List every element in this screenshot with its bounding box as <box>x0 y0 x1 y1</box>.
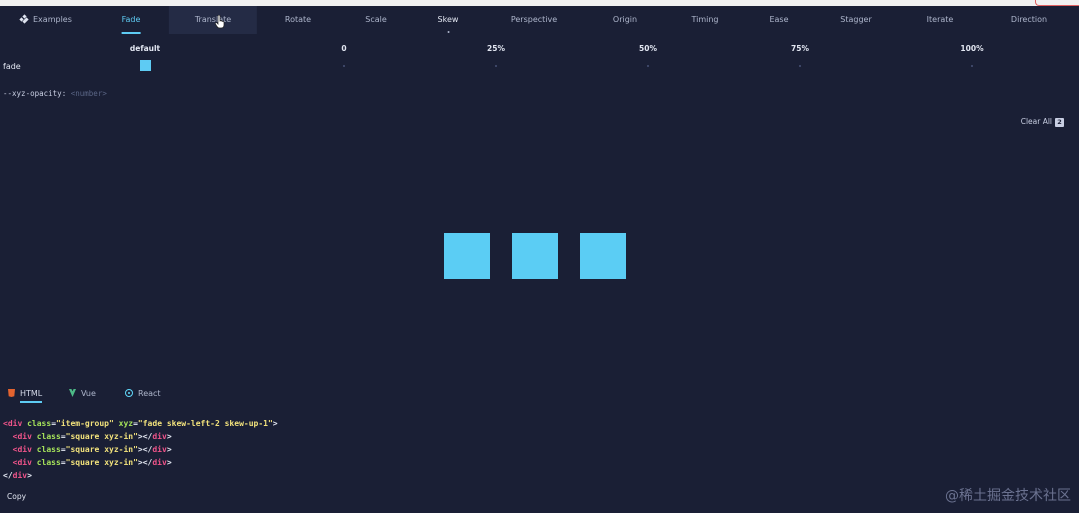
tab-origin[interactable]: Origin <box>613 6 637 34</box>
code-block: <div class="item-group" xyz="fade skew-l… <box>3 417 278 482</box>
variable-name: --xyz-opacity: <box>3 89 67 98</box>
tab-react[interactable]: React <box>125 385 161 403</box>
code-token: <div <box>3 419 23 428</box>
keyframe-dot[interactable] <box>971 65 973 67</box>
column-header-25: 25% <box>487 44 505 53</box>
code-token: > <box>27 471 32 480</box>
code-token: > <box>272 419 278 428</box>
tab-ease[interactable]: Ease <box>769 6 788 34</box>
code-token: class <box>36 458 61 467</box>
tab-react-label: React <box>138 389 161 398</box>
code-token: > <box>166 445 172 454</box>
tab-direction[interactable]: Direction <box>1011 6 1047 34</box>
keyframe-dot[interactable] <box>799 65 801 67</box>
tab-vue[interactable]: Vue <box>69 385 96 403</box>
code-token: </ <box>3 471 13 480</box>
css-variable-line: --xyz-opacity: <number> <box>3 89 107 98</box>
tab-perspective[interactable]: Perspective <box>511 6 557 34</box>
code-line-1: <div class="item-group" xyz="fade skew-l… <box>3 419 278 428</box>
demo-square <box>444 233 490 279</box>
watermark: @稀土掘金技术社区 <box>945 488 1071 504</box>
column-header-default: default <box>129 44 161 53</box>
code-token: class <box>27 419 52 428</box>
code-token: "fade skew-left-2 skew-up-1" <box>137 419 273 428</box>
demo-square <box>512 233 558 279</box>
code-token: ></ <box>137 432 153 441</box>
clear-all-button[interactable]: Clear All 2 <box>1021 117 1064 127</box>
hand-cursor-icon <box>215 15 225 29</box>
examples-icon <box>19 14 29 24</box>
code-line-3: <div class="square xyz-in"></div> <box>12 445 172 454</box>
code-token: div <box>152 445 167 454</box>
top-nav: Examples Fade Translate Rotate Scale Ske… <box>0 6 1079 36</box>
code-token: <div <box>12 458 32 467</box>
tab-timing[interactable]: Timing <box>691 6 718 34</box>
code-token: > <box>166 458 172 467</box>
code-tabs: HTML Vue React <box>0 385 300 405</box>
code-token: xyz <box>118 419 134 428</box>
code-token: "square xyz-in" <box>65 432 138 441</box>
vue-icon <box>69 389 76 397</box>
column-header-100: 100% <box>960 44 984 53</box>
code-token: class <box>36 445 61 454</box>
code-line-2: <div class="square xyz-in"></div> <box>12 432 172 441</box>
tab-vue-label: Vue <box>81 389 96 398</box>
column-header-75: 75% <box>791 44 809 53</box>
code-token: "item-group" <box>56 419 114 428</box>
nav-examples-label: Examples <box>33 15 72 24</box>
tab-rotate[interactable]: Rotate <box>285 6 311 34</box>
clear-all-count-badge: 2 <box>1055 118 1064 127</box>
code-token: <div <box>12 445 32 454</box>
tab-scale[interactable]: Scale <box>365 6 387 34</box>
keyframe-dot[interactable] <box>495 65 497 67</box>
code-token: div <box>152 458 167 467</box>
nav-examples[interactable]: Examples <box>19 6 72 34</box>
code-line-4: <div class="square xyz-in"></div> <box>12 458 172 467</box>
demo-square <box>580 233 626 279</box>
keyframe-dot[interactable] <box>647 65 649 67</box>
clear-all-label: Clear All <box>1020 117 1052 126</box>
keyframe-dot[interactable] <box>343 65 345 67</box>
tab-stagger[interactable]: Stagger <box>840 6 871 34</box>
code-token: "square xyz-in" <box>65 445 138 454</box>
tab-skew[interactable]: Skew <box>438 6 458 34</box>
html5-icon <box>8 389 15 397</box>
tab-html[interactable]: HTML <box>8 385 43 403</box>
code-token: class <box>36 432 61 441</box>
tab-iterate[interactable]: Iterate <box>927 6 954 34</box>
variable-type: <number> <box>70 89 107 98</box>
code-token: div <box>12 471 28 480</box>
code-token: <div <box>12 432 32 441</box>
code-token: "square xyz-in" <box>65 458 138 467</box>
column-header-50: 50% <box>639 44 657 53</box>
code-line-5: </div> <box>3 471 32 480</box>
tab-html-label: HTML <box>20 389 43 398</box>
fade-preview-square[interactable] <box>140 60 151 71</box>
copy-button[interactable]: Copy <box>7 492 26 501</box>
tab-fade[interactable]: Fade <box>121 6 140 34</box>
code-token: > <box>166 432 172 441</box>
tab-translate[interactable]: Translate <box>168 6 258 34</box>
column-header-0: 0 <box>341 44 347 53</box>
code-token: ></ <box>137 458 153 467</box>
code-token: ></ <box>137 445 153 454</box>
react-icon <box>125 389 133 397</box>
code-token: div <box>152 432 167 441</box>
row-label-fade: fade <box>3 62 21 71</box>
